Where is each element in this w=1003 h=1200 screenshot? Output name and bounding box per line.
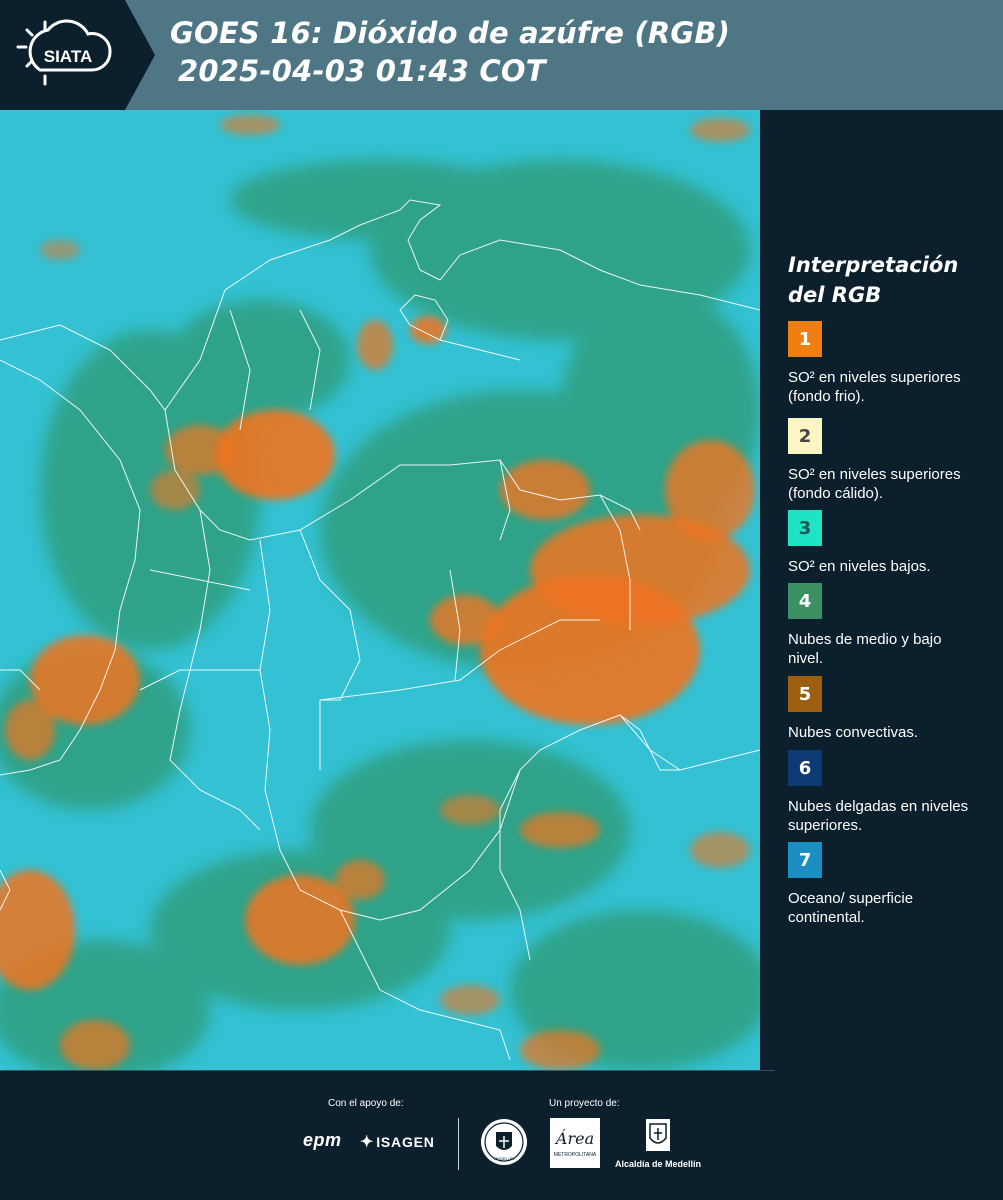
alcaldia-medellin-logo[interactable]: Alcaldía de Medellín: [612, 1118, 704, 1172]
legend-item-7: 7 Oceano/ superficie continental.: [788, 842, 978, 927]
siata-logo-graphic: SIATA: [0, 0, 155, 110]
legend-swatch: 2: [788, 418, 822, 454]
title-line-1: GOES 16: Dióxido de azúfre (RGB): [170, 16, 731, 50]
project-label: Un proyecto de:: [549, 1098, 620, 1109]
legend-item-label: Nubes convectivas.: [788, 724, 919, 741]
area-script: Área: [554, 1128, 594, 1148]
legend-item-6: 6 Nubes delgadas en niveles superiores.: [788, 750, 978, 835]
legend-swatch: 6: [788, 750, 822, 786]
legend-item-3: 3 SO² en niveles bajos.: [788, 510, 978, 576]
epm-logo[interactable]: epm: [303, 1130, 342, 1151]
legend-item-label: Oceano/ superficie continental.: [788, 890, 914, 926]
legend-swatch: 4: [788, 583, 822, 619]
medellin-seal-icon[interactable]: MEDELLÍN: [480, 1118, 528, 1166]
alcaldia-crest-icon: [646, 1119, 670, 1151]
legend-swatch: 1: [788, 321, 822, 357]
legend-item-2: 2 SO² en niveles superiores (fondo cálid…: [788, 418, 978, 503]
legend-item-label: SO² en niveles superiores (fondo cálido)…: [788, 466, 961, 502]
legend-title-line-2: del RGB: [788, 283, 882, 307]
page-title: GOES 16: Dióxido de azúfre (RGB) 2025-04…: [170, 14, 730, 90]
legend-item-label: SO² en niveles superiores (fondo frio).: [788, 369, 961, 405]
area-caption: METROPOLITANA: [554, 1152, 597, 1158]
siata-logo[interactable]: SIATA: [0, 0, 155, 110]
legend-item-label: Nubes delgadas en niveles superiores.: [788, 798, 969, 834]
footer-divider: [458, 1118, 459, 1170]
header-bar: SIATA GOES 16: Dióxido de azúfre (RGB) 2…: [0, 0, 1003, 110]
area-logo-graphic: Área METROPOLITANA: [550, 1118, 600, 1168]
title-line-2: 2025-04-03 01:43 COT: [178, 54, 546, 88]
legend-item-label: SO² en niveles bajos.: [788, 558, 931, 575]
legend-panel: Interpretación del RGB 1 SO² en niveles …: [760, 110, 1003, 1070]
legend-swatch: 7: [788, 842, 822, 878]
footer: Con el apoyo de: Un proyecto de: epm ✦ IS…: [0, 1070, 1003, 1200]
support-label: Con el apoyo de:: [328, 1098, 404, 1109]
isagen-logo[interactable]: ✦ ISAGEN: [360, 1132, 435, 1152]
legend-item-label: Nubes de medio y bajo nivel.: [788, 631, 942, 667]
alcaldia-name: Alcaldía de Medellín: [614, 1159, 702, 1169]
isagen-name: ISAGEN: [376, 1134, 435, 1150]
footer-rule: [0, 1070, 775, 1071]
legend-item-4: 4 Nubes de medio y bajo nivel.: [788, 583, 978, 668]
area-metropolitana-logo[interactable]: Área METROPOLITANA: [550, 1118, 600, 1168]
satellite-image: [0, 110, 760, 1070]
legend-swatch: 3: [788, 510, 822, 546]
legend-item-5: 5 Nubes convectivas.: [788, 676, 978, 742]
isagen-star-icon: ✦: [360, 1134, 375, 1151]
legend-swatch: 5: [788, 676, 822, 712]
logo-text: SIATA: [44, 47, 92, 66]
legend-title: Interpretación del RGB: [788, 250, 958, 310]
legend-item-1: 1 SO² en niveles superiores (fondo frio)…: [788, 321, 978, 406]
satellite-map[interactable]: [0, 110, 760, 1070]
legend-title-line-1: Interpretación: [788, 253, 959, 277]
medellin-seal-graphic: MEDELLÍN: [481, 1119, 527, 1165]
seal-caption: MEDELLÍN: [494, 1156, 514, 1161]
